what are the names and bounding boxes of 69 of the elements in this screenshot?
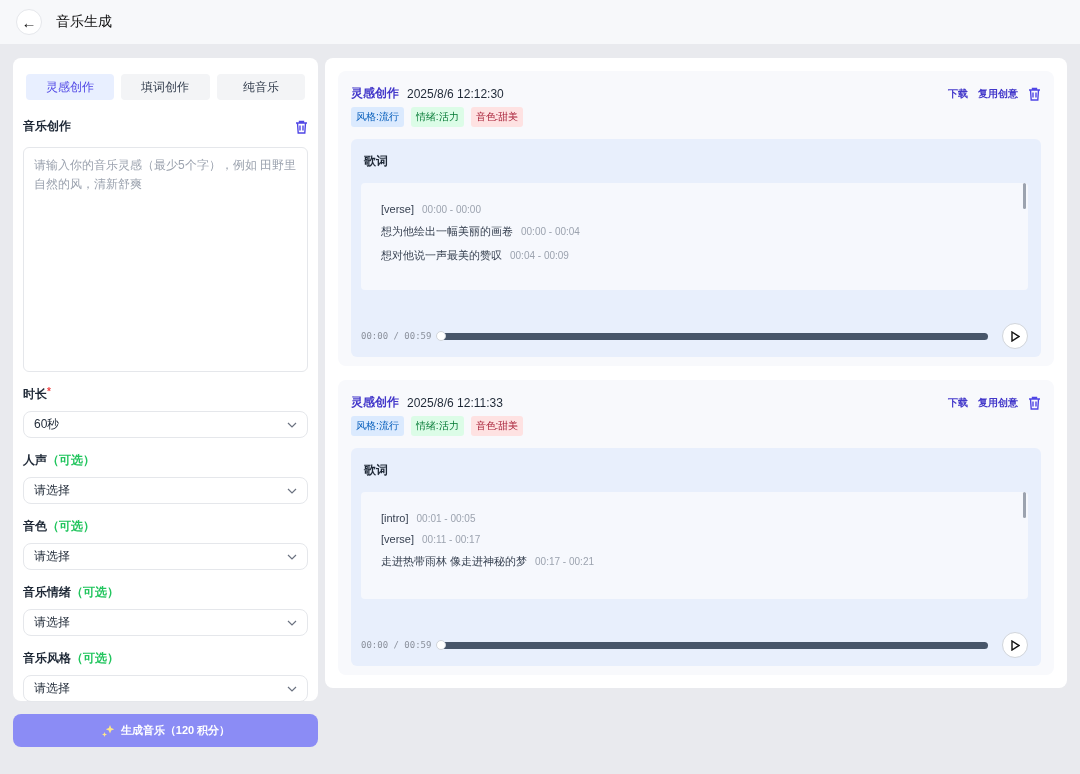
optional-hint: （可选） [47,452,95,469]
mode-tab[interactable]: 灵感创作 [26,74,115,100]
action-link[interactable]: 复用创意 [978,395,1018,410]
lyric-line: [verse] [381,533,414,545]
action-link[interactable]: 复用创意 [978,86,1018,101]
chevron-down-icon [287,553,297,560]
scrollbar [1023,492,1026,518]
inspiration-field[interactable]: 请输入你的音乐灵感（最少5个字），例如 田野里自然的风，清新舒爽 [23,147,308,372]
lyric-line: 想对他说一声最美的赞叹 [381,248,502,263]
optional-hint: （可选） [71,650,119,667]
lyric-time: 00:00 - 00:04 [521,226,580,237]
play-button[interactable] [1002,632,1028,658]
playback-time: 00:00 / 00:59 [361,640,432,650]
lyric-line: [intro] [381,512,409,524]
lyric-time: 00:17 - 00:21 [535,556,594,567]
field-label: 音乐情绪 [23,584,71,601]
trash-icon[interactable] [295,119,308,134]
mode-label: 灵感创作 [351,394,399,411]
select-field[interactable]: 请选择 [23,543,308,570]
play-icon [1010,330,1020,342]
field-label: 音色 [23,518,47,535]
optional-hint: （可选） [47,518,95,535]
tag: 风格:流行 [351,107,404,127]
section-title: 音乐创作 [23,118,71,135]
chevron-down-icon [287,619,297,626]
chevron-down-icon [287,685,297,692]
tag: 音色:甜美 [470,416,524,436]
lyric-time: 00:11 - 00:17 [422,534,481,545]
select-field[interactable]: 请选择 [23,477,308,504]
back-button[interactable]: ← [16,9,42,35]
timestamp: 2025/8/6 12:11:33 [407,395,503,410]
tag: 情绪:活力 [410,416,464,436]
mode-tab[interactable]: 纯音乐 [216,74,305,100]
select-field[interactable]: 请选择 [23,675,308,702]
progress-thumb[interactable] [436,639,447,650]
field-label: 时长 [23,386,47,403]
playback-time: 00:00 / 00:59 [361,331,432,341]
field-label: 人声 [23,452,47,469]
scrollbar [1023,183,1026,209]
trash-icon[interactable] [1028,86,1041,101]
field-label: 音乐风格 [23,650,71,667]
optional-hint: （可选） [71,584,119,601]
progress-thumb[interactable] [436,330,447,341]
required-mark: * [47,386,51,397]
lyrics-title: 歌词 [363,462,389,479]
play-button[interactable] [1002,323,1028,349]
chevron-down-icon [287,421,297,428]
mode-tab[interactable]: 填词创作 [121,74,210,100]
chevron-down-icon [287,487,297,494]
lyrics-title: 歌词 [363,153,389,170]
action-link[interactable]: 下载 [948,86,968,101]
lyric-line: 想为他绘出一幅美丽的画卷 [381,224,513,239]
select-field[interactable]: 请选择 [23,609,308,636]
trash-icon[interactable] [1028,395,1041,410]
lyric-line: [verse] [381,203,414,215]
tag: 音色:甜美 [470,107,524,127]
play-icon [1010,639,1020,651]
lyric-time: 00:00 - 00:00 [422,204,481,215]
timestamp: 2025/8/6 12:12:30 [407,86,504,101]
select-field[interactable]: 60秒 [23,411,308,438]
tag: 情绪:活力 [410,107,464,127]
lyric-line: 走进热带雨林 像走进神秘的梦 [381,554,528,569]
lyric-time: 00:01 - 00:05 [416,513,476,524]
page-title: 音乐生成 [56,13,112,31]
tag: 风格:流行 [351,416,404,436]
sparkle-icon [100,723,115,738]
mode-label: 灵感创作 [351,85,399,102]
lyric-time: 00:04 - 00:09 [510,250,569,261]
action-link[interactable]: 下载 [948,395,968,410]
